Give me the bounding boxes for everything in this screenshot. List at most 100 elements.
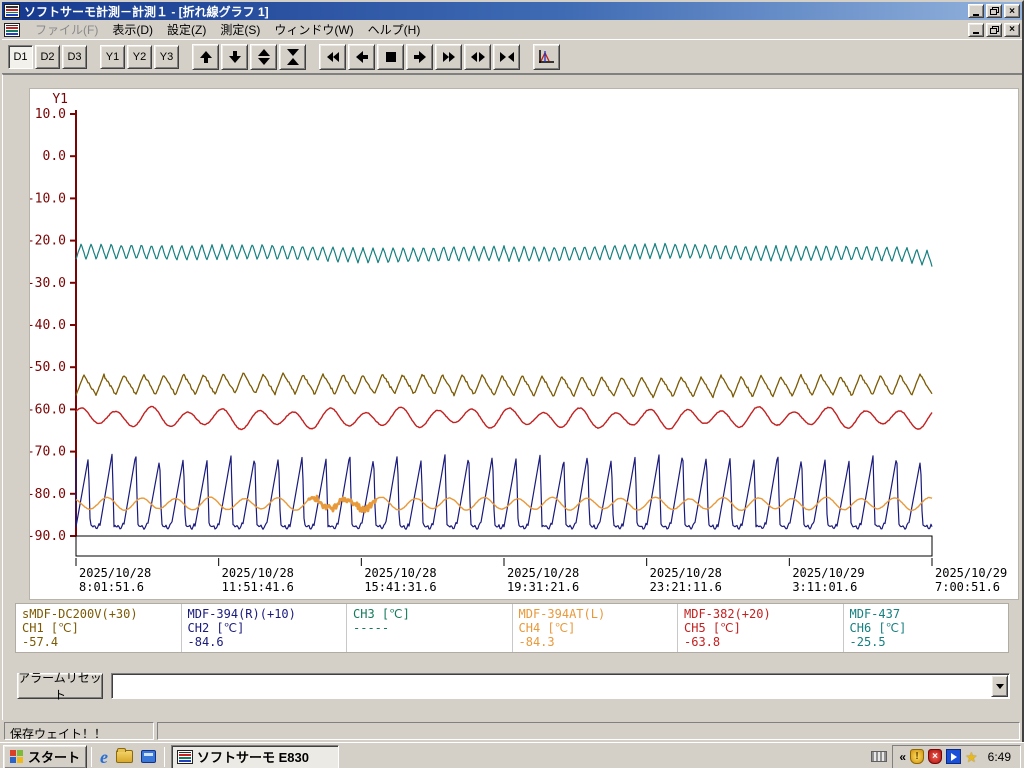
child-minimize-button[interactable]	[968, 23, 984, 37]
child-restore-button[interactable]	[986, 23, 1002, 37]
svg-text:-50.0: -50.0	[30, 360, 66, 375]
d3-button[interactable]: D3	[62, 45, 87, 69]
menu-view[interactable]: 表示(D)	[105, 19, 160, 40]
y3-button[interactable]: Y3	[154, 45, 179, 69]
close-button[interactable]: ×	[1004, 4, 1020, 18]
svg-text:15:41:31.6: 15:41:31.6	[364, 580, 436, 594]
svg-text:-70.0: -70.0	[30, 445, 66, 460]
child-close-button[interactable]: ×	[1004, 23, 1020, 37]
child-window-icon[interactable]	[4, 23, 20, 37]
graph-icon	[538, 49, 555, 65]
svg-text:-90.0: -90.0	[30, 529, 66, 544]
svg-text:2025/10/28: 2025/10/28	[507, 566, 579, 580]
d1-button[interactable]: D1	[8, 45, 33, 69]
svg-text:2025/10/29: 2025/10/29	[792, 566, 864, 580]
ch4-label: CH4 [℃]	[519, 621, 672, 635]
step-right-button[interactable]	[406, 44, 433, 70]
svg-text:-20.0: -20.0	[30, 234, 66, 249]
ch6-name: MDF-437	[850, 607, 1003, 621]
title-bar: ソフトサーモ計測－計測１ - [折れ線グラフ 1] ×	[2, 2, 1022, 20]
ch5-label: CH5 [℃]	[684, 621, 837, 635]
fast-rewind-button[interactable]	[319, 44, 346, 70]
svg-text:-30.0: -30.0	[30, 276, 66, 291]
compress-vertical-button[interactable]	[279, 44, 306, 70]
svg-text:2025/10/29: 2025/10/29	[935, 566, 1007, 580]
d2-button[interactable]: D2	[35, 45, 60, 69]
svg-text:-60.0: -60.0	[30, 402, 66, 417]
svg-text:-10.0: -10.0	[30, 191, 66, 206]
series-ch1-line	[76, 373, 932, 398]
internet-explorer-icon[interactable]: e	[100, 748, 108, 766]
step-left-button[interactable]	[348, 44, 375, 70]
combo-dropdown-button[interactable]	[991, 675, 1008, 697]
compress-horizontal-icon	[500, 52, 514, 62]
ch5-value: -63.8	[684, 635, 837, 649]
menu-settings[interactable]: 設定(Z)	[160, 19, 213, 40]
compress-horizontal-button[interactable]	[493, 44, 520, 70]
task-label: ソフトサーモ E830	[197, 747, 309, 766]
minimize-button[interactable]	[968, 4, 984, 18]
expand-horizontal-button[interactable]	[464, 44, 491, 70]
alarm-row: アラームリセット	[3, 671, 1023, 705]
scroll-up-button[interactable]	[192, 44, 219, 70]
restore-button[interactable]	[986, 4, 1002, 18]
task-app-icon	[177, 750, 193, 764]
chevron-down-icon	[996, 684, 1004, 689]
channel-legend: sMDF-DC200V(+30) CH1 [℃] -57.4 MDF-394(R…	[15, 603, 1009, 653]
tray-zone: « ! × ★ 6:49	[871, 745, 1021, 768]
status-bar: 保存ウェイト！！	[2, 720, 1022, 742]
menu-help[interactable]: ヘルプ(H)	[361, 19, 428, 40]
y2-button[interactable]: Y2	[127, 45, 152, 69]
alarm-combobox[interactable]	[111, 673, 1010, 699]
security-warning-icon[interactable]: !	[910, 749, 924, 764]
windows-logo-icon	[10, 750, 24, 764]
legend-ch1: sMDF-DC200V(+30) CH1 [℃] -57.4	[16, 604, 182, 652]
ch5-name: MDF-382(+20)	[684, 607, 837, 621]
menu-bar: ファイル(F) 表示(D) 設定(Z) 測定(S) ウィンドウ(W) ヘルプ(H…	[2, 20, 1022, 40]
start-button[interactable]: スタート	[3, 745, 87, 768]
menu-window[interactable]: ウィンドウ(W)	[267, 19, 360, 40]
expand-vertical-button[interactable]	[250, 44, 277, 70]
svg-text:19:31:21.6: 19:31:21.6	[507, 580, 579, 594]
stop-button[interactable]	[377, 44, 404, 70]
fast-forward-button[interactable]	[435, 44, 462, 70]
ch3-value: -----	[353, 621, 506, 635]
scroll-down-button[interactable]	[221, 44, 248, 70]
window-title: ソフトサーモ計測－計測１ - [折れ線グラフ 1]	[24, 3, 968, 20]
task-button-softthermo[interactable]: ソフトサーモ E830	[171, 745, 339, 768]
svg-text:10.0: 10.0	[35, 107, 66, 122]
ch2-label: CH2 [℃]	[188, 621, 341, 635]
toolbar: D1 D2 D3 Y1 Y2 Y3	[2, 40, 1022, 74]
media-tray-icon[interactable]	[946, 749, 961, 764]
legend-ch2: MDF-394(R)(+10) CH2 [℃] -84.6	[182, 604, 348, 652]
folder-icon[interactable]	[116, 750, 133, 763]
svg-text:-80.0: -80.0	[30, 487, 66, 502]
start-label: スタート	[28, 747, 80, 766]
update-star-icon[interactable]: ★	[965, 750, 978, 764]
y1-button[interactable]: Y1	[100, 45, 125, 69]
svg-text:2025/10/28: 2025/10/28	[364, 566, 436, 580]
show-desktop-icon[interactable]	[141, 750, 156, 763]
svg-text:2025/10/28: 2025/10/28	[650, 566, 722, 580]
double-left-icon	[327, 52, 339, 62]
svg-text:3:11:01.6: 3:11:01.6	[792, 580, 857, 594]
expand-vertical-icon	[258, 49, 270, 65]
app-icon	[4, 4, 20, 18]
keyboard-icon[interactable]	[871, 751, 887, 762]
status-panel-empty	[157, 722, 1020, 740]
legend-ch6: MDF-437 CH6 [℃] -25.5	[844, 604, 1009, 652]
stop-icon	[386, 52, 396, 62]
alarm-reset-button[interactable]: アラームリセット	[17, 673, 103, 699]
security-alert-icon[interactable]: ×	[928, 749, 942, 764]
ch6-value: -25.5	[850, 635, 1003, 649]
menu-file[interactable]: ファイル(F)	[28, 19, 105, 40]
menu-measure[interactable]: 測定(S)	[213, 19, 267, 40]
time-scrollbar[interactable]	[76, 536, 932, 556]
tray-collapse-chevron[interactable]: «	[899, 750, 906, 764]
quick-launch: e	[96, 748, 160, 766]
taskbar: スタート e ソフトサーモ E830 « ! × ★ 6:49	[0, 742, 1024, 768]
graph-window-client: Y110.00.0-10.0-20.0-30.0-40.0-50.0-60.0-…	[2, 74, 1022, 720]
line-chart: Y110.00.0-10.0-20.0-30.0-40.0-50.0-60.0-…	[29, 88, 1019, 600]
tray-clock: 6:49	[982, 750, 1014, 764]
graph-setup-button[interactable]	[533, 44, 560, 70]
